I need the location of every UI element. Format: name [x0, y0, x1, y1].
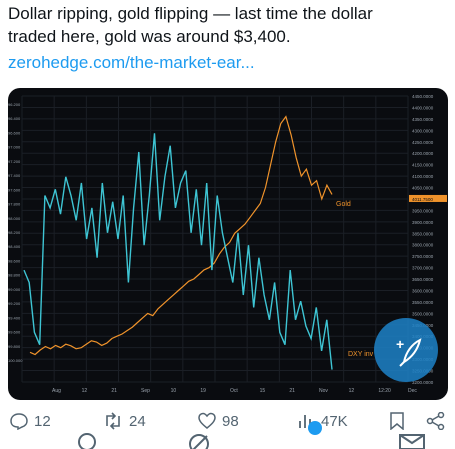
- y-left-tick-label: 97.200: [8, 159, 21, 164]
- x-tick-label: 10: [171, 388, 177, 394]
- y-left-tick-label: 99.200: [8, 301, 21, 306]
- x-tick-label: 12: [349, 388, 355, 394]
- gold-last-value-label: 4011.7500: [412, 197, 433, 202]
- y-left-tick-label: 97.800: [8, 202, 21, 207]
- y-right-tick-label: 4100.0000: [412, 174, 434, 179]
- y-left-tick-label: 99.400: [8, 315, 21, 320]
- feather-icon: [399, 338, 422, 367]
- x-tick-label: 12: [82, 388, 88, 394]
- y-right-tick-label: 3650.0000: [412, 277, 434, 282]
- y-left-tick-label: 97.400: [8, 173, 21, 178]
- y-left-tick-label: 98.200: [8, 230, 21, 235]
- bookmark-button[interactable]: [389, 412, 405, 430]
- article-link[interactable]: zerohedge.com/the-market-ear...: [8, 51, 255, 74]
- action-bar: 12 24 98 47K: [0, 410, 455, 440]
- y-left-tick-label: 98.400: [8, 244, 21, 249]
- x-tick-label: 15: [260, 388, 266, 394]
- y-right-tick-label: 3950.0000: [412, 208, 434, 213]
- heart-icon: [198, 412, 216, 429]
- reply-button[interactable]: 12: [10, 412, 51, 430]
- y-right-tick-label: 3900.0000: [412, 220, 434, 225]
- y-left-tick-label: 96.600: [8, 130, 21, 135]
- x-tick-label: 21: [111, 388, 117, 394]
- repost-button[interactable]: 24: [103, 412, 146, 430]
- y-right-tick-label: 3600.0000: [412, 288, 434, 293]
- y-right-tick-label: 4150.0000: [412, 163, 434, 168]
- y-left-tick-label: 98.600: [8, 258, 21, 263]
- dxy-series-line: [23, 133, 333, 370]
- y-right-tick-label: 4450.0000: [412, 94, 434, 99]
- notifications-badge-icon[interactable]: [303, 418, 325, 438]
- grok-icon[interactable]: [185, 432, 215, 449]
- x-tick-label: 19: [200, 388, 206, 394]
- messages-icon[interactable]: [397, 432, 427, 449]
- y-right-tick-label: 3700.0000: [412, 266, 434, 271]
- x-tick-label: Aug: [52, 388, 61, 394]
- y-right-tick-label: 3550.0000: [412, 300, 434, 305]
- bookmark-icon: [390, 412, 404, 430]
- y-right-tick-label: 4200.0000: [412, 151, 434, 156]
- y-right-tick-label: 4250.0000: [412, 140, 434, 145]
- y-left-tick-label: 100.000: [8, 358, 23, 363]
- y-right-tick-label: 4300.0000: [412, 128, 434, 133]
- y-left-tick-label: 98.000: [8, 216, 21, 221]
- y-left-tick-label: 99.000: [8, 287, 21, 292]
- tweet-text: Dollar ripping, gold flipping — last tim…: [8, 2, 448, 48]
- y-right-tick-label: 4050.0000: [412, 186, 434, 191]
- repost-count: 24: [129, 412, 146, 430]
- gold-series-label: Gold: [336, 201, 351, 208]
- reply-count: 12: [34, 412, 51, 430]
- y-left-tick-label: 97.000: [8, 145, 21, 150]
- x-tick-label: 12:20: [378, 388, 391, 394]
- y-left-tick-label: 96.200: [8, 102, 21, 107]
- tweet-text-line-1: Dollar ripping, gold flipping — last tim…: [8, 4, 373, 23]
- compose-button[interactable]: +: [374, 318, 438, 382]
- like-button[interactable]: 98: [198, 412, 239, 430]
- y-left-tick-label: 98.800: [8, 273, 21, 278]
- x-tick-label: Sep: [141, 388, 150, 394]
- y-right-tick-label: 4350.0000: [412, 117, 434, 122]
- x-tick-label: Oct: [230, 388, 238, 394]
- y-right-tick-label: 4400.0000: [412, 105, 434, 110]
- y-right-tick-label: 3850.0000: [412, 231, 434, 236]
- x-tick-label: Dec: [408, 388, 417, 394]
- dxy-series-label: DXY inv: [348, 351, 374, 358]
- x-tick-label: 21: [289, 388, 295, 394]
- views-count: 47K: [321, 412, 348, 430]
- reply-icon: [10, 413, 28, 430]
- y-left-tick-label: 99.800: [8, 344, 21, 349]
- search-icon[interactable]: [75, 432, 105, 449]
- like-count: 98: [222, 412, 239, 430]
- repost-icon: [106, 412, 120, 430]
- x-tick-label: Nov: [319, 388, 328, 394]
- y-left-tick-label: 99.600: [8, 330, 21, 335]
- share-button[interactable]: [426, 412, 446, 430]
- y-right-tick-label: 3800.0000: [412, 243, 434, 248]
- y-right-tick-label: 3500.0000: [412, 311, 434, 316]
- tweet-text-line-2: traded here, gold was around $3,400.: [8, 27, 291, 46]
- share-icon: [426, 412, 445, 430]
- y-right-tick-label: 3750.0000: [412, 254, 434, 259]
- y-left-tick-label: 97.600: [8, 187, 21, 192]
- y-left-tick-label: 96.400: [8, 116, 21, 121]
